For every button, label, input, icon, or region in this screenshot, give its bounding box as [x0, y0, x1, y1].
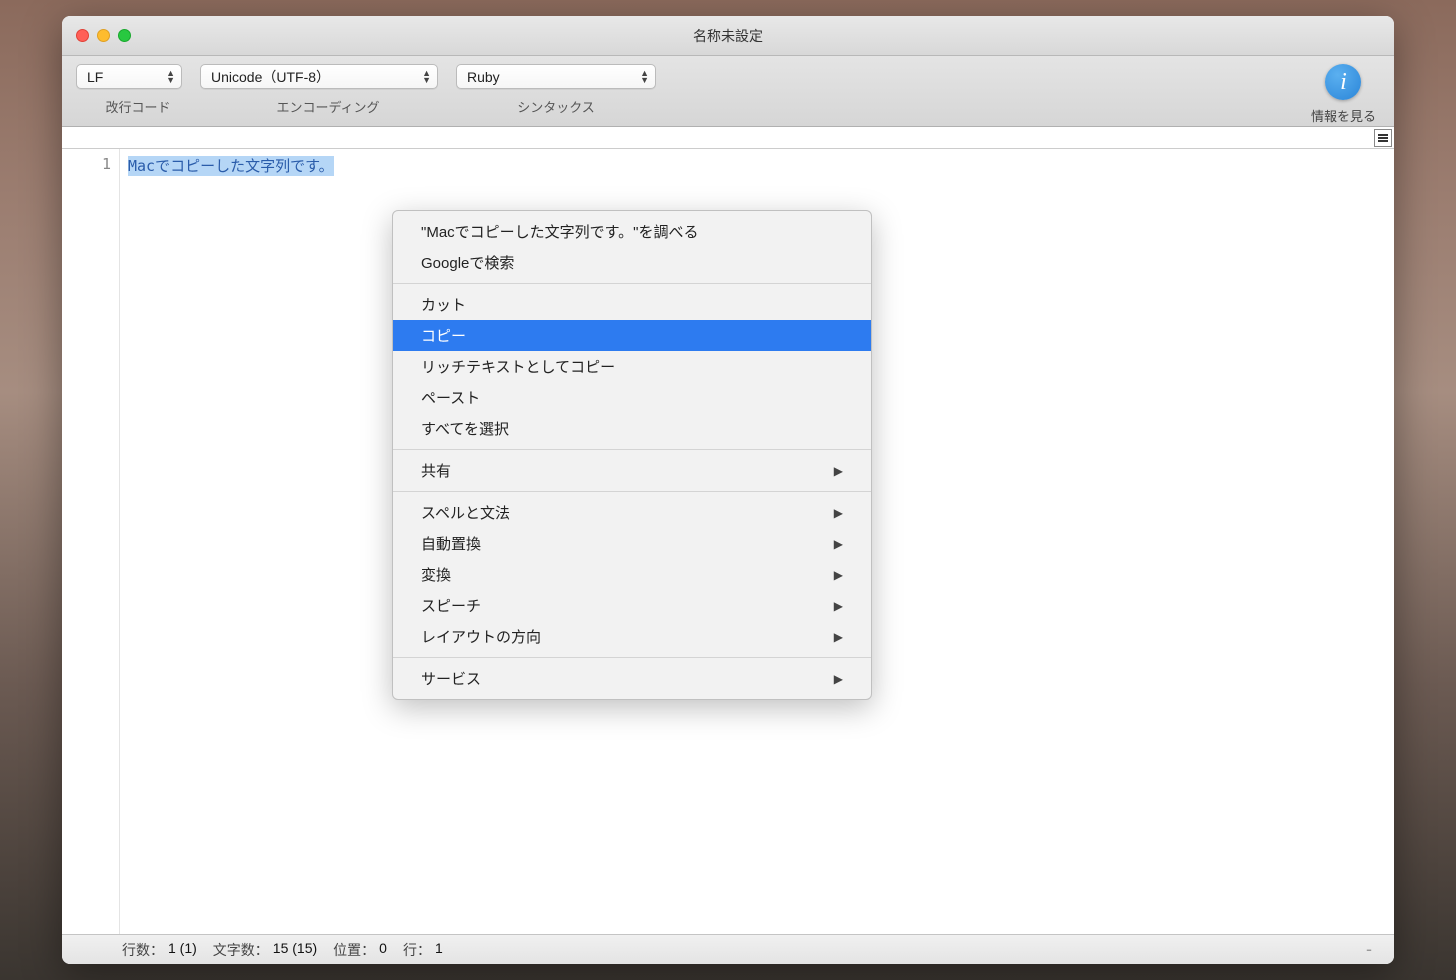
chevron-right-icon: ▶: [834, 506, 843, 520]
menu-item[interactable]: レイアウトの方向 ▶: [393, 621, 871, 652]
menu-item-label: 変換: [421, 564, 451, 585]
encoding-select[interactable]: Unicode（UTF-8） ▲▼: [200, 64, 438, 89]
menu-item-label: スペルと文法: [421, 502, 510, 523]
encoding-value: Unicode（UTF-8）: [211, 67, 330, 87]
menu-item-label: 共有: [421, 460, 451, 481]
menu-item-label: レイアウトの方向: [421, 626, 541, 647]
chevron-right-icon: ▶: [834, 464, 843, 478]
menu-item[interactable]: コピー: [393, 320, 871, 351]
menu-item[interactable]: ペースト: [393, 382, 871, 413]
selected-text[interactable]: Macでコピーした文字列です。: [128, 156, 334, 176]
close-icon[interactable]: [76, 29, 89, 42]
status-lines: 行数： 1 (1): [122, 940, 197, 960]
status-chars: 文字数： 15 (15): [213, 940, 317, 960]
menu-item[interactable]: 自動置換 ▶: [393, 528, 871, 559]
ruler-bar: [62, 127, 1394, 149]
menu-item[interactable]: スピーチ ▶: [393, 590, 871, 621]
line-number: 1: [62, 155, 111, 173]
chevron-updown-icon: ▲▼: [166, 70, 175, 84]
menu-item[interactable]: スペルと文法 ▶: [393, 497, 871, 528]
chevron-right-icon: ▶: [834, 630, 843, 644]
menu-item-label: すべてを選択: [421, 418, 509, 439]
menu-item[interactable]: すべてを選択: [393, 413, 871, 444]
menu-item[interactable]: "Macでコピーした文字列です。"を調べる: [393, 216, 871, 247]
menu-item-label: 自動置換: [421, 533, 481, 554]
view-toggle-button[interactable]: [1374, 129, 1392, 147]
syntax-select[interactable]: Ruby ▲▼: [456, 64, 656, 89]
line-gutter: 1: [62, 149, 120, 934]
line-ending-label: 改行コード: [76, 97, 200, 116]
window-title: 名称未設定: [693, 26, 763, 46]
menu-separator: [393, 491, 871, 492]
traffic-lights: [62, 29, 131, 42]
minimize-icon[interactable]: [97, 29, 110, 42]
toolbar: LF ▲▼ Unicode（UTF-8） ▲▼ Ruby ▲▼ 改行コード エン…: [62, 56, 1394, 127]
chevron-right-icon: ▶: [834, 537, 843, 551]
menu-item[interactable]: Googleで検索: [393, 247, 871, 278]
zoom-icon[interactable]: [118, 29, 131, 42]
line-ending-select[interactable]: LF ▲▼: [76, 64, 182, 89]
status-position: 位置： 0: [333, 940, 387, 960]
status-row: 行： 1: [403, 940, 443, 960]
menu-item[interactable]: 共有 ▶: [393, 455, 871, 486]
chevron-updown-icon: ▲▼: [422, 70, 431, 84]
menu-item-label: サービス: [421, 668, 481, 689]
menu-item-label: コピー: [421, 325, 466, 346]
menu-item[interactable]: リッチテキストとしてコピー: [393, 351, 871, 382]
menu-item-label: リッチテキストとしてコピー: [421, 356, 615, 377]
statusbar: 行数： 1 (1) 文字数： 15 (15) 位置： 0 行： 1 -: [62, 934, 1394, 964]
menu-separator: [393, 657, 871, 658]
encoding-label: エンコーディング: [200, 97, 456, 116]
titlebar[interactable]: 名称未設定: [62, 16, 1394, 56]
menu-item-label: スピーチ: [421, 595, 481, 616]
menu-item-label: "Macでコピーした文字列です。"を調べる: [421, 221, 699, 242]
chevron-right-icon: ▶: [834, 672, 843, 686]
syntax-value: Ruby: [467, 69, 500, 85]
editor-window: 名称未設定 LF ▲▼ Unicode（UTF-8） ▲▼ Ruby ▲▼ 改行…: [62, 16, 1394, 964]
menu-separator: [393, 283, 871, 284]
menu-item[interactable]: サービス ▶: [393, 663, 871, 694]
status-dash: -: [1366, 939, 1378, 960]
info-button[interactable]: i 情報を見る: [1311, 64, 1376, 125]
syntax-label: シンタックス: [456, 97, 656, 116]
menu-item-label: ペースト: [421, 387, 480, 408]
chevron-updown-icon: ▲▼: [640, 70, 649, 84]
line-ending-value: LF: [87, 69, 103, 85]
menu-item[interactable]: カット: [393, 289, 871, 320]
menu-item-label: カット: [421, 294, 466, 315]
chevron-right-icon: ▶: [834, 568, 843, 582]
menu-item-label: Googleで検索: [421, 252, 514, 273]
context-menu: "Macでコピーした文字列です。"を調べる Googleで検索カットコピーリッチテ…: [392, 210, 872, 700]
chevron-right-icon: ▶: [834, 599, 843, 613]
info-icon: i: [1325, 64, 1361, 100]
menu-item[interactable]: 変換 ▶: [393, 559, 871, 590]
menu-separator: [393, 449, 871, 450]
info-label: 情報を見る: [1311, 106, 1376, 125]
